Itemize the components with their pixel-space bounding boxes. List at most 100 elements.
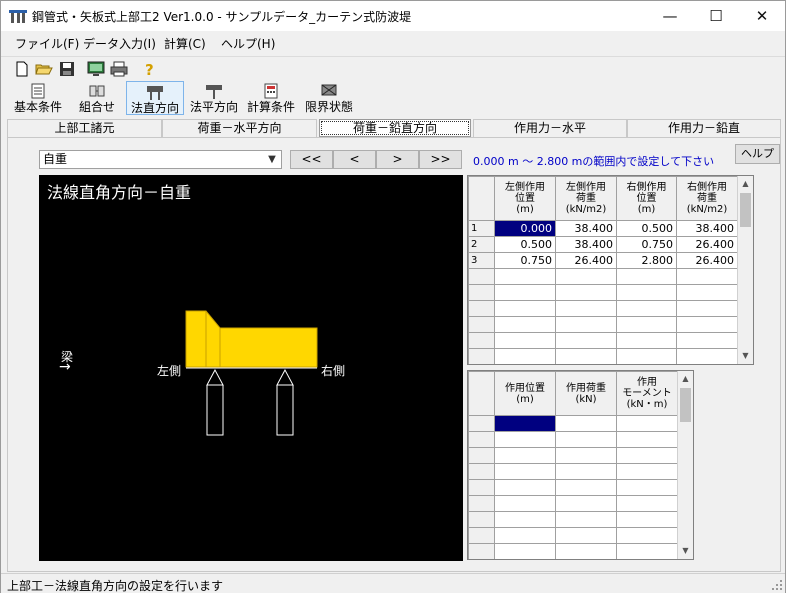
tab-superstructure[interactable]: 上部工諸元 — [7, 119, 162, 137]
table-row[interactable] — [469, 365, 738, 366]
table-cell[interactable] — [494, 431, 556, 448]
table-cell[interactable] — [555, 268, 617, 285]
table-cell[interactable] — [494, 300, 556, 317]
chevron-down-icon[interactable]: ▼ — [678, 543, 693, 559]
table-cell[interactable] — [676, 332, 738, 349]
table-cell[interactable] — [616, 479, 678, 496]
table-row[interactable] — [468, 479, 678, 496]
table-cell[interactable] — [495, 365, 556, 366]
table-cell[interactable]: 0.500 — [616, 220, 677, 237]
table-cell[interactable] — [494, 527, 556, 544]
table-cell[interactable] — [494, 332, 556, 349]
table-cell[interactable]: 2.800 — [616, 252, 677, 269]
table-cell[interactable]: 38.400 — [555, 236, 617, 253]
normal-direction-button[interactable]: 法直方向 — [126, 81, 184, 115]
table-cell[interactable]: 26.400 — [676, 252, 738, 269]
table-cell[interactable] — [555, 332, 617, 349]
scroll-thumb[interactable] — [740, 193, 751, 227]
table-row[interactable] — [468, 415, 678, 432]
table-cell[interactable] — [555, 463, 617, 480]
table-row[interactable] — [468, 284, 738, 301]
open-folder-icon[interactable] — [35, 60, 53, 78]
basic-conditions-button[interactable]: 基本条件 — [10, 81, 66, 115]
minimize-button[interactable]: — — [647, 1, 693, 31]
tab-load-vertical[interactable]: 荷重－鉛直方向 — [319, 119, 471, 137]
table-cell[interactable] — [494, 511, 556, 528]
table-cell[interactable] — [494, 495, 556, 512]
first-button[interactable]: << — [290, 150, 333, 169]
resize-grip-icon[interactable] — [771, 579, 783, 591]
table-cell[interactable]: 26.400 — [676, 236, 738, 253]
table-cell[interactable] — [616, 495, 678, 512]
table-row[interactable] — [468, 511, 678, 528]
table-cell[interactable] — [616, 332, 677, 349]
help-question-icon[interactable]: ? — [140, 60, 158, 78]
table-cell[interactable] — [616, 431, 678, 448]
table-cell[interactable] — [494, 284, 556, 301]
chevron-up-icon[interactable]: ▲ — [678, 371, 693, 387]
table-cell[interactable] — [616, 348, 677, 364]
close-button[interactable]: ✕ — [739, 1, 785, 31]
menu-data-input[interactable]: データ入力(I) — [83, 35, 156, 52]
menu-file[interactable]: ファイル(F) — [15, 35, 79, 52]
table-cell[interactable]: 0.750 — [616, 236, 677, 253]
new-file-icon[interactable] — [13, 60, 31, 78]
chevron-down-icon[interactable]: ▼ — [738, 348, 753, 364]
table-row[interactable] — [468, 447, 678, 464]
table-cell[interactable] — [616, 543, 678, 559]
table-cell[interactable] — [616, 300, 677, 317]
menu-calc[interactable]: 計算(C) — [164, 35, 206, 52]
table-cell[interactable] — [494, 447, 556, 464]
table-row[interactable] — [468, 543, 678, 559]
table-cell[interactable] — [555, 284, 617, 301]
table-cell[interactable]: 0.750 — [494, 252, 556, 269]
calc-monitor-icon[interactable] — [87, 60, 105, 78]
table-cell[interactable] — [494, 316, 556, 333]
table-row[interactable]: 2 0.500 38.400 0.750 26.400 — [468, 236, 738, 253]
chevron-up-icon[interactable]: ▲ — [738, 176, 753, 192]
table-cell[interactable] — [494, 268, 556, 285]
force-table-scrollbar[interactable]: ▲ ▼ — [677, 371, 693, 559]
table-cell[interactable] — [676, 316, 738, 333]
table-cell[interactable] — [555, 447, 617, 464]
tab-force-vertical[interactable]: 作用力－鉛直 — [627, 119, 781, 137]
table-cell[interactable] — [555, 348, 617, 364]
table-cell[interactable] — [616, 415, 678, 432]
table-cell[interactable] — [555, 479, 617, 496]
table-cell[interactable]: 26.400 — [555, 252, 617, 269]
table-cell[interactable] — [676, 348, 738, 364]
table-row[interactable] — [468, 268, 738, 285]
table-cell[interactable] — [616, 284, 677, 301]
table-cell[interactable] — [494, 463, 556, 480]
table-cell[interactable] — [555, 415, 617, 432]
load-table[interactable]: 左側作用 位置 (m) 左側作用 荷重 (kN/m2) 右側作用 位置 (m) 右側作用 荷重… — [467, 175, 754, 365]
next-button[interactable]: > — [376, 150, 419, 169]
table-row[interactable] — [468, 332, 738, 349]
table-row[interactable] — [468, 348, 738, 364]
table-cell[interactable]: 0.000 — [494, 220, 556, 237]
table-row[interactable] — [468, 431, 678, 448]
table-row[interactable] — [468, 495, 678, 512]
tab-force-horizontal[interactable]: 作用力－水平 — [473, 119, 627, 137]
calc-conditions-button[interactable]: 計算条件 — [245, 81, 297, 115]
table-cell[interactable] — [676, 300, 738, 317]
save-disk-icon[interactable] — [58, 60, 76, 78]
parallel-direction-button[interactable]: 法平方向 — [188, 81, 240, 115]
table-cell[interactable] — [494, 415, 556, 432]
table-cell[interactable] — [676, 284, 738, 301]
table-cell[interactable]: 0.500 — [494, 236, 556, 253]
maximize-button[interactable]: ☐ — [693, 1, 739, 31]
table-row[interactable] — [468, 316, 738, 333]
table-cell[interactable]: 38.400 — [555, 220, 617, 237]
table-row[interactable] — [468, 463, 678, 480]
table-cell[interactable] — [677, 365, 738, 366]
table-cell[interactable] — [616, 268, 677, 285]
table-cell[interactable] — [617, 365, 677, 366]
table-cell[interactable]: 38.400 — [676, 220, 738, 237]
table-cell[interactable] — [616, 316, 677, 333]
menu-help[interactable]: ヘルプ(H) — [221, 35, 275, 52]
prev-button[interactable]: < — [333, 150, 376, 169]
table-cell[interactable] — [676, 268, 738, 285]
combination-button[interactable]: 組合せ — [73, 81, 121, 115]
last-button[interactable]: >> — [419, 150, 462, 169]
